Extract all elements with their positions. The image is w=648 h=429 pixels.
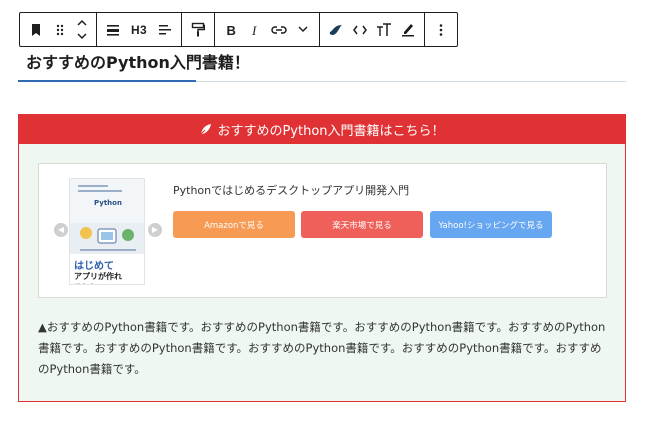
paint-roller-icon[interactable] — [186, 13, 210, 46]
block-toolbar: H3 B I — [19, 12, 458, 47]
carousel-next-button[interactable]: ▶ — [148, 223, 162, 237]
heading-text[interactable]: おすすめのPython入門書籍！ — [26, 52, 250, 74]
toolbar-group-style — [182, 13, 215, 46]
cover-line — [78, 190, 122, 192]
recommend-description[interactable]: ▲おすすめのPython書籍です。おすすめのPython書籍です。おすすめのPy… — [38, 317, 610, 380]
block-mover — [72, 13, 92, 46]
toolbar-group-heading: H3 — [97, 13, 182, 46]
rakuten-button[interactable]: 楽天市場で見る — [301, 211, 423, 238]
amazon-button[interactable]: Amazonで見る — [173, 211, 295, 238]
carousel-prev-button[interactable]: ◀ — [54, 223, 68, 237]
toolbar-group-extra — [320, 13, 425, 46]
text-align-icon[interactable] — [153, 13, 177, 46]
cover-title: Python — [94, 199, 122, 207]
chevron-down-icon[interactable] — [70, 30, 94, 44]
bookmark-icon[interactable] — [24, 13, 48, 46]
cover-illustration-icon — [80, 227, 136, 251]
marker-pen-icon[interactable] — [396, 13, 420, 46]
link-icon[interactable] — [267, 13, 291, 46]
heading-block[interactable]: おすすめのPython入門書籍！ — [18, 52, 626, 82]
heading-underline-accent — [18, 80, 196, 82]
cover-catch-2: アプリが作れる！！ — [74, 272, 122, 284]
chevron-up-icon[interactable] — [70, 16, 94, 30]
cover-catch: はじめて — [74, 261, 114, 272]
code-icon[interactable] — [348, 13, 372, 46]
italic-icon[interactable]: I — [243, 13, 267, 46]
bold-icon[interactable]: B — [219, 13, 243, 46]
feather-icon — [199, 123, 212, 136]
chevron-down-icon[interactable] — [291, 13, 315, 46]
product-card: ◀ Python はじめて アプリが作れる！！ ▶ Pythonではじめるデスク… — [38, 163, 607, 298]
svg-text:I: I — [251, 23, 257, 37]
drag-handle-icon[interactable] — [48, 13, 72, 46]
more-vertical-icon[interactable] — [429, 13, 453, 46]
book-cover-image[interactable]: Python はじめて アプリが作れる！！ — [69, 178, 145, 285]
toolbar-group-options — [425, 13, 457, 46]
cover-line — [78, 185, 108, 187]
align-icon[interactable] — [101, 13, 125, 46]
ink-drop-icon[interactable] — [324, 13, 348, 46]
toolbar-group-block — [20, 13, 97, 46]
recommend-box[interactable]: おすすめのPython入門書籍はこちら！ ◀ Python はじめて アプリが作… — [18, 114, 626, 402]
recommend-box-header: おすすめのPython入門書籍はこちら！ — [19, 115, 625, 144]
svg-text:B: B — [227, 23, 236, 37]
toolbar-group-format: B I — [215, 13, 320, 46]
recommend-box-title: おすすめのPython入門書籍はこちら！ — [217, 124, 445, 139]
font-size-icon[interactable] — [372, 13, 396, 46]
heading-level-button[interactable]: H3 — [125, 13, 153, 46]
yahoo-shopping-button[interactable]: Yahoo!ショッピングで見る — [430, 211, 552, 238]
book-title[interactable]: Pythonではじめるデスクトップアプリ開発入門 — [173, 182, 409, 198]
